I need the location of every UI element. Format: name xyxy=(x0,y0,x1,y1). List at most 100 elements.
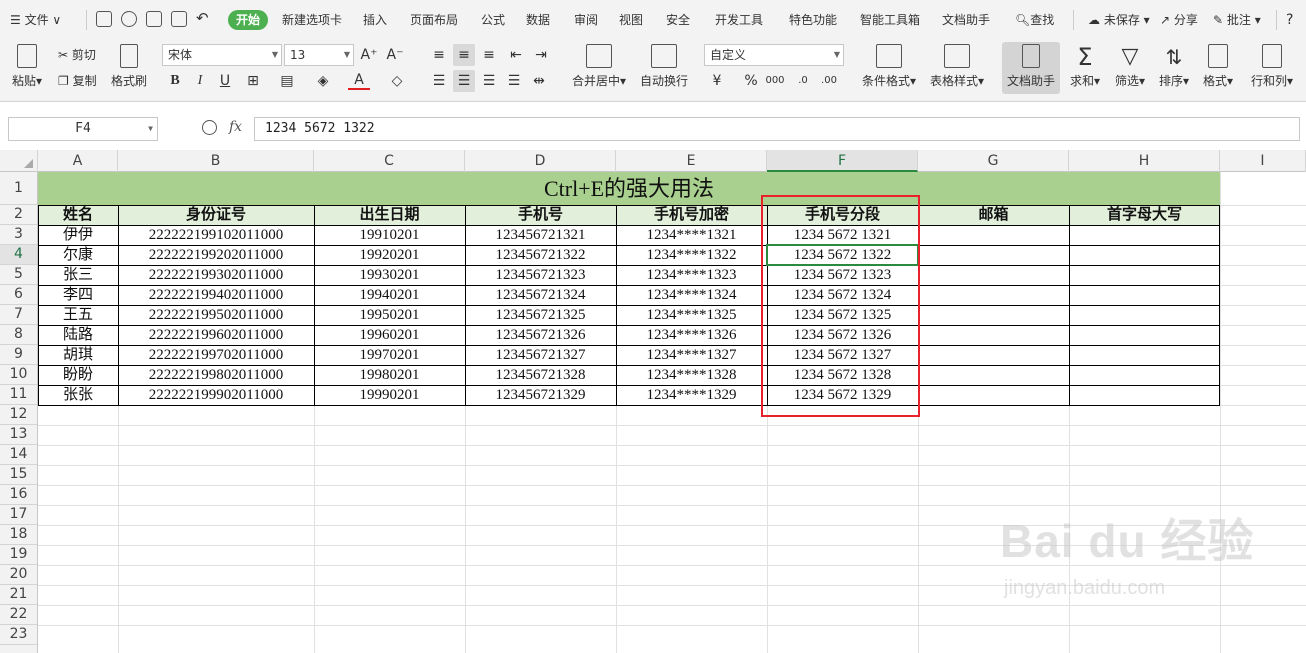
row-header-17[interactable]: 17 xyxy=(0,505,37,525)
row-header-11[interactable]: 11 xyxy=(0,385,37,405)
table-cell[interactable]: 1234 5672 1323 xyxy=(767,265,918,285)
table-cell[interactable]: 王五 xyxy=(38,305,118,325)
table-cell[interactable]: 123456721321 xyxy=(465,225,616,245)
copy-button[interactable]: ❐ 复制 xyxy=(58,72,97,89)
column-header-F[interactable]: F xyxy=(767,150,918,172)
tab-6[interactable]: 审阅 xyxy=(574,10,598,30)
font-color-icon[interactable]: A xyxy=(348,70,370,90)
row-header-15[interactable]: 15 xyxy=(0,465,37,485)
save-icon[interactable] xyxy=(96,11,112,27)
row-header-7[interactable]: 7 xyxy=(0,305,37,325)
clear-icon[interactable]: ◇ xyxy=(386,70,408,92)
header-cell[interactable]: 出生日期 xyxy=(314,205,465,225)
distributed-icon[interactable]: ⇹ xyxy=(528,70,550,92)
column-header-G[interactable]: G xyxy=(918,150,1069,172)
table-cell[interactable]: 222222199802011000 xyxy=(118,365,314,385)
select-all-corner[interactable] xyxy=(0,150,38,172)
table-cell[interactable]: 123456721329 xyxy=(465,385,616,405)
table-cell[interactable]: 1234 5672 1329 xyxy=(767,385,918,405)
table-cell[interactable]: 19920201 xyxy=(314,245,465,265)
row-header-19[interactable]: 19 xyxy=(0,545,37,565)
align-right-icon[interactable]: ☰ xyxy=(478,70,500,92)
table-cell[interactable]: 尔康 xyxy=(38,245,118,265)
table-cell[interactable]: 222222199402011000 xyxy=(118,285,314,305)
column-header-E[interactable]: E xyxy=(616,150,767,172)
justify-icon[interactable]: ☰ xyxy=(503,70,525,92)
table-cell[interactable]: 伊伊 xyxy=(38,225,118,245)
align-bottom-icon[interactable]: ≡ xyxy=(478,44,500,66)
decrease-decimal-icon[interactable]: .00 xyxy=(818,70,840,92)
column-header-A[interactable]: A xyxy=(38,150,118,172)
row-header-1[interactable]: 1 xyxy=(0,172,37,205)
table-cell[interactable] xyxy=(918,245,1069,265)
table-cell[interactable]: 1234 5672 1321 xyxy=(767,225,918,245)
wrap-text-button[interactable]: 自动换行 xyxy=(636,42,692,94)
table-cell[interactable]: 1234****1324 xyxy=(616,285,767,305)
column-header-D[interactable]: D xyxy=(465,150,616,172)
column-header-B[interactable]: B xyxy=(118,150,314,172)
row-header-6[interactable]: 6 xyxy=(0,285,37,305)
zoom-icon[interactable] xyxy=(202,120,217,135)
table-cell[interactable]: 19990201 xyxy=(314,385,465,405)
bold-icon[interactable]: B xyxy=(164,70,186,92)
table-cell[interactable] xyxy=(1069,365,1220,385)
tab-9[interactable]: 开发工具 xyxy=(715,10,763,30)
table-cell[interactable]: 1234****1326 xyxy=(616,325,767,345)
table-cell[interactable]: 1234 5672 1325 xyxy=(767,305,918,325)
column-header-H[interactable]: H xyxy=(1069,150,1220,172)
table-cell[interactable]: 1234****1328 xyxy=(616,365,767,385)
table-cell[interactable] xyxy=(1069,245,1220,265)
sum-button[interactable]: Σ 求和▾ xyxy=(1066,42,1104,94)
table-cell[interactable]: 123456721324 xyxy=(465,285,616,305)
header-cell[interactable]: 手机号 xyxy=(465,205,616,225)
tab-3[interactable]: 页面布局 xyxy=(410,10,458,30)
table-cell[interactable]: 19940201 xyxy=(314,285,465,305)
table-cell[interactable]: 19910201 xyxy=(314,225,465,245)
table-cell[interactable]: 张张 xyxy=(38,385,118,405)
comment-button[interactable]: ✎ 批注 ▾ xyxy=(1213,10,1261,30)
tab-2[interactable]: 插入 xyxy=(363,10,387,30)
table-cell[interactable]: 19950201 xyxy=(314,305,465,325)
table-cell[interactable]: 1234 5672 1322 xyxy=(767,245,918,265)
search-button[interactable]: 🔍︎查找 xyxy=(1015,10,1054,30)
row-header-9[interactable]: 9 xyxy=(0,345,37,365)
table-cell[interactable]: 222222199602011000 xyxy=(118,325,314,345)
tab-5[interactable]: 数据 xyxy=(526,10,550,30)
table-cell[interactable]: 123456721328 xyxy=(465,365,616,385)
share-button[interactable]: ↗ 分享 xyxy=(1160,10,1198,30)
italic-icon[interactable]: I xyxy=(189,70,211,92)
table-cell[interactable] xyxy=(1069,305,1220,325)
decrease-indent-icon[interactable]: ⇤ xyxy=(505,44,527,66)
table-cell[interactable] xyxy=(918,305,1069,325)
row-header-23[interactable]: 23 xyxy=(0,625,37,645)
table-cell[interactable] xyxy=(918,225,1069,245)
print-preview-icon[interactable] xyxy=(171,11,187,27)
underline-icon[interactable]: U xyxy=(214,70,236,92)
row-header-13[interactable]: 13 xyxy=(0,425,37,445)
table-cell[interactable] xyxy=(918,365,1069,385)
row-header-4[interactable]: 4 xyxy=(0,245,37,265)
rows-cols-button[interactable]: 行和列▾ xyxy=(1244,42,1300,94)
row-header-20[interactable]: 20 xyxy=(0,565,37,585)
table-cell[interactable]: 1234****1327 xyxy=(616,345,767,365)
table-cell[interactable] xyxy=(1069,285,1220,305)
row-header-22[interactable]: 22 xyxy=(0,605,37,625)
table-cell[interactable]: 1234 5672 1327 xyxy=(767,345,918,365)
filter-button[interactable]: ▽ 筛选▾ xyxy=(1110,42,1150,94)
table-cell[interactable]: 李四 xyxy=(38,285,118,305)
tab-8[interactable]: 安全 xyxy=(666,10,690,30)
table-cell[interactable] xyxy=(918,265,1069,285)
table-cell[interactable]: 222222199202011000 xyxy=(118,245,314,265)
conditional-format-button[interactable]: 条件格式▾ xyxy=(856,42,922,94)
row-header-21[interactable]: 21 xyxy=(0,585,37,605)
table-cell[interactable] xyxy=(1069,325,1220,345)
print-icon[interactable] xyxy=(146,11,162,27)
export-pdf-icon[interactable] xyxy=(121,11,137,27)
number-format-select[interactable]: 自定义 ▼ xyxy=(704,44,844,66)
table-cell[interactable]: 19960201 xyxy=(314,325,465,345)
help-button[interactable]: ? xyxy=(1286,10,1293,30)
doc-assistant-button[interactable]: 文档助手 xyxy=(1002,42,1060,94)
table-cell[interactable]: 1234 5672 1324 xyxy=(767,285,918,305)
decrease-font-icon[interactable]: A⁻ xyxy=(384,44,406,66)
table-cell[interactable] xyxy=(918,385,1069,405)
